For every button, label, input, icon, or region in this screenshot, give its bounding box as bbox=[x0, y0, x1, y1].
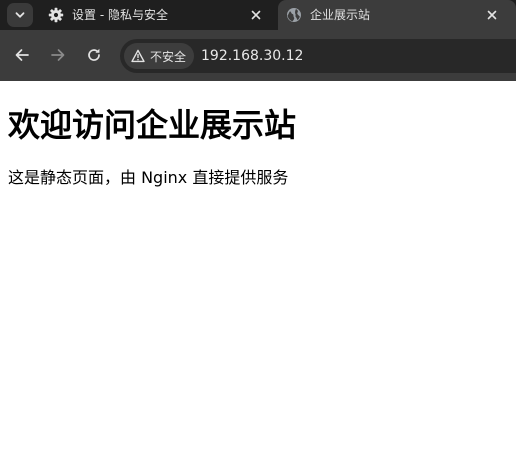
address-bar[interactable]: 不安全 192.168.30.12 bbox=[120, 39, 516, 73]
close-icon[interactable] bbox=[248, 7, 264, 23]
chevron-down-icon bbox=[15, 12, 25, 18]
close-icon[interactable] bbox=[484, 7, 500, 23]
globe-icon bbox=[286, 7, 302, 23]
page-description: 这是静态页面，由 Nginx 直接提供服务 bbox=[8, 168, 289, 187]
tab-enterprise-site[interactable]: 企业展示站 bbox=[278, 0, 516, 30]
reload-button[interactable] bbox=[82, 43, 106, 67]
tab-search-button[interactable] bbox=[7, 3, 33, 27]
tab-strip: 设置 - 隐私与安全 企业展示站 bbox=[0, 0, 516, 30]
arrow-right-icon bbox=[51, 49, 65, 61]
browser-toolbar: 不安全 192.168.30.12 bbox=[0, 30, 516, 81]
page-heading: 欢迎访问企业展示站 bbox=[8, 106, 297, 144]
back-button[interactable] bbox=[10, 43, 34, 67]
gear-icon bbox=[48, 7, 64, 23]
security-indicator[interactable]: 不安全 bbox=[124, 43, 195, 69]
security-label: 不安全 bbox=[150, 49, 187, 64]
page-content: 欢迎访问企业展示站 这是静态页面，由 Nginx 直接提供服务 bbox=[0, 81, 516, 465]
tab-title: 企业展示站 bbox=[310, 8, 371, 22]
tab-title: 设置 - 隐私与安全 bbox=[72, 8, 168, 22]
tab-settings[interactable]: 设置 - 隐私与安全 bbox=[38, 0, 274, 30]
warning-icon bbox=[130, 48, 146, 64]
forward-button[interactable] bbox=[46, 43, 70, 67]
url-text[interactable]: 192.168.30.12 bbox=[201, 47, 303, 65]
reload-icon bbox=[88, 48, 100, 61]
arrow-left-icon bbox=[15, 49, 29, 61]
